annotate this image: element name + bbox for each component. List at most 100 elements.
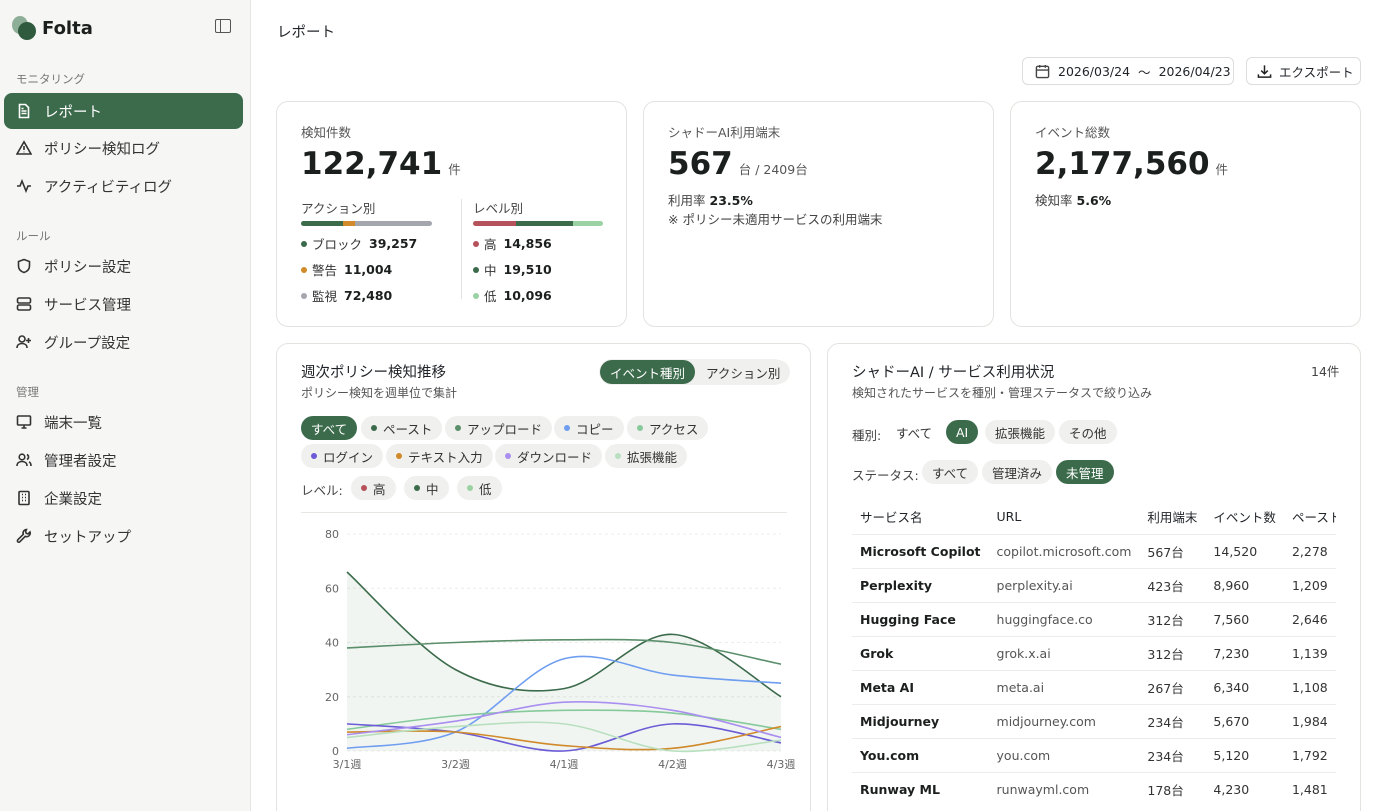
export-button[interactable]: エクスポート <box>1246 57 1361 85</box>
filter-all[interactable]: すべて <box>301 416 358 440</box>
level-mid[interactable]: 中 <box>404 476 449 500</box>
col-url[interactable]: URL <box>989 500 1140 534</box>
legend-warn: 警告 11,004 <box>301 260 392 279</box>
col-service-name[interactable]: サービス名 <box>852 500 989 534</box>
url-cell: copilot.microsoft.com <box>988 533 1140 568</box>
events-cell: 14,520 <box>1205 533 1284 568</box>
table-row[interactable]: Midjourneymidjourney.com234台5,6701,9841,… <box>852 703 1336 738</box>
server-icon <box>16 296 32 312</box>
y-tick-label: 60 <box>325 582 339 595</box>
col-events[interactable]: イベント数 <box>1205 500 1284 534</box>
sidebar-toggle-icon[interactable] <box>215 19 231 33</box>
action-breakdown-title: アクション別 <box>301 201 376 216</box>
paste-cell: 2,646 <box>1283 601 1336 636</box>
kind-filter-label: 種別: <box>852 428 882 443</box>
devices-cell: 567台 <box>1139 533 1206 568</box>
paste-cell: 2,278 <box>1283 533 1336 568</box>
service-table: サービス名 URL 利用端末 イベント数 ペースト アッ Microsoft C… <box>852 500 1336 806</box>
kind-extension[interactable]: 拡張機能 <box>985 420 1056 444</box>
sidebar-item-company-settings[interactable]: 企業設定 <box>4 480 243 516</box>
filter-copy[interactable]: コピー <box>554 416 624 440</box>
legend-low: 低 10,096 <box>473 286 552 305</box>
sidebar-item-policy-log[interactable]: ポリシー検知ログ <box>4 130 243 166</box>
status-unmanaged[interactable]: 未管理 <box>1056 460 1114 484</box>
sidebar-item-label: 管理者設定 <box>44 453 117 470</box>
legend-mid: 中 19,510 <box>473 260 552 279</box>
toggle-event-type[interactable]: イベント種別 <box>600 360 696 384</box>
x-tick-label: 4/3週 <box>767 758 796 771</box>
table-row[interactable]: Grokgrok.x.ai312台7,2301,139904 <box>852 635 1336 670</box>
x-tick-label: 4/1週 <box>550 758 579 771</box>
sidebar-item-label: ポリシー検知ログ <box>44 141 160 158</box>
sidebar-item-label: サービス管理 <box>44 297 131 314</box>
chart-title: 週次ポリシー検知推移 <box>301 365 446 381</box>
panel-subtitle: 検知されたサービスを種別・管理ステータスで絞り込み <box>852 386 1153 400</box>
level-high[interactable]: 高 <box>351 476 396 500</box>
devices-cell: 178台 <box>1139 771 1206 806</box>
status-all[interactable]: すべて <box>922 460 979 484</box>
filter-paste[interactable]: ペースト <box>361 416 443 440</box>
table-row[interactable]: Hugging Face huggingface.co 312台 7,560 2,646… <box>852 601 1336 636</box>
filter-login[interactable]: ログイン <box>301 444 384 468</box>
y-tick-label: 40 <box>325 637 339 650</box>
kind-other[interactable]: その他 <box>1059 420 1117 444</box>
table-row[interactable]: Perplexityperplexity.ai423台8,9601,209603 <box>852 567 1336 602</box>
filter-extension[interactable]: 拡張機能 <box>605 444 688 468</box>
legend-block: ブロック 39,257 <box>301 234 417 253</box>
table-row[interactable]: Runway MLrunwayml.com178台4,2301,481846 <box>852 771 1336 806</box>
devices-cell: 234台 <box>1139 703 1206 738</box>
kind-all[interactable]: すべて <box>886 420 942 444</box>
sidebar-item-label: ポリシー設定 <box>44 259 131 276</box>
service-name-cell: Runway ML <box>852 771 989 806</box>
app-logo[interactable]: Folta <box>12 16 93 40</box>
level-breakdown-title: レベル別 <box>473 201 524 216</box>
x-tick-label: 4/2週 <box>658 758 687 771</box>
sidebar-item-activity-log[interactable]: アクティビティログ <box>4 168 243 204</box>
filter-text-input[interactable]: テキスト入力 <box>386 444 493 468</box>
weekly-chart-card: 週次ポリシー検知推移 ポリシー検知を週単位で集計 イベント種別 アクション別 す… <box>276 343 811 811</box>
kind-ai[interactable]: AI <box>946 420 979 444</box>
url-cell: huggingface.co <box>988 601 1140 636</box>
usage-rate: 利用率 23.5% <box>668 193 753 208</box>
sidebar-item-devices[interactable]: 端末一覧 <box>4 404 243 440</box>
panel-title: シャドーAI / サービス利用状況 <box>852 365 1055 381</box>
events-cell: 5,120 <box>1205 737 1284 772</box>
col-devices[interactable]: 利用端末 <box>1139 500 1205 534</box>
sidebar-item-label: レポート <box>44 104 102 121</box>
devices-cell: 312台 <box>1139 635 1206 670</box>
monitor-icon <box>16 414 32 430</box>
events-cell: 5,670 <box>1205 703 1284 738</box>
status-managed[interactable]: 管理済み <box>982 460 1053 484</box>
events-cell: 7,230 <box>1205 635 1284 670</box>
table-header: サービス名 URL 利用端末 イベント数 ペースト アッ <box>852 500 1336 534</box>
legend-monitor: 監視 72,480 <box>301 286 392 305</box>
sidebar-item-service-management[interactable]: サービス管理 <box>4 286 243 322</box>
export-label: エクスポート <box>1279 64 1354 80</box>
filter-download[interactable]: ダウンロード <box>495 444 603 468</box>
paste-cell: 1,139 <box>1283 635 1336 670</box>
table-row[interactable]: You.comyou.com234台5,1201,7921,02 <box>852 737 1336 772</box>
level-low[interactable]: 低 <box>457 476 502 500</box>
filter-upload[interactable]: アップロード <box>445 416 553 440</box>
sidebar-item-label: 企業設定 <box>44 491 102 508</box>
sidebar-item-report[interactable]: レポート <box>4 93 243 129</box>
service-table-wrap[interactable]: サービス名 URL 利用端末 イベント数 ペースト アッ Microsoft C… <box>828 494 1336 811</box>
card-label: イベント総数 <box>1035 125 1111 140</box>
sidebar-item-setup[interactable]: セットアップ <box>4 518 243 554</box>
table-row[interactable]: Meta AImeta.ai267台6,3401,108448 <box>852 669 1336 704</box>
date-range-picker[interactable]: 2026/03/24 〜 2026/04/23 <box>1022 57 1234 85</box>
col-paste[interactable]: ペースト <box>1284 500 1336 534</box>
filter-access[interactable]: アクセス <box>627 416 709 440</box>
events-card: イベント総数 2,177,560 件 検知率 5.6% <box>1010 101 1361 327</box>
url-cell: grok.x.ai <box>988 635 1140 670</box>
service-name-cell: Hugging Face <box>852 601 989 636</box>
sidebar-item-group-settings[interactable]: グループ設定 <box>4 324 243 360</box>
weekly-line-chart: 0 20 40 60 80 3/1週 3/2週 4/1週 4/2週 4/3週 <box>325 528 796 771</box>
sidebar-item-policy-settings[interactable]: ポリシー設定 <box>4 248 243 284</box>
paste-cell: 1,209 <box>1283 567 1336 602</box>
toggle-by-action[interactable]: アクション別 <box>696 360 791 384</box>
calendar-icon <box>1035 64 1050 78</box>
sidebar-item-admin-settings[interactable]: 管理者設定 <box>4 442 243 478</box>
table-row[interactable]: Microsoft Copilot copilot.microsoft.com 56… <box>852 533 1336 568</box>
url-cell: meta.ai <box>988 669 1140 704</box>
